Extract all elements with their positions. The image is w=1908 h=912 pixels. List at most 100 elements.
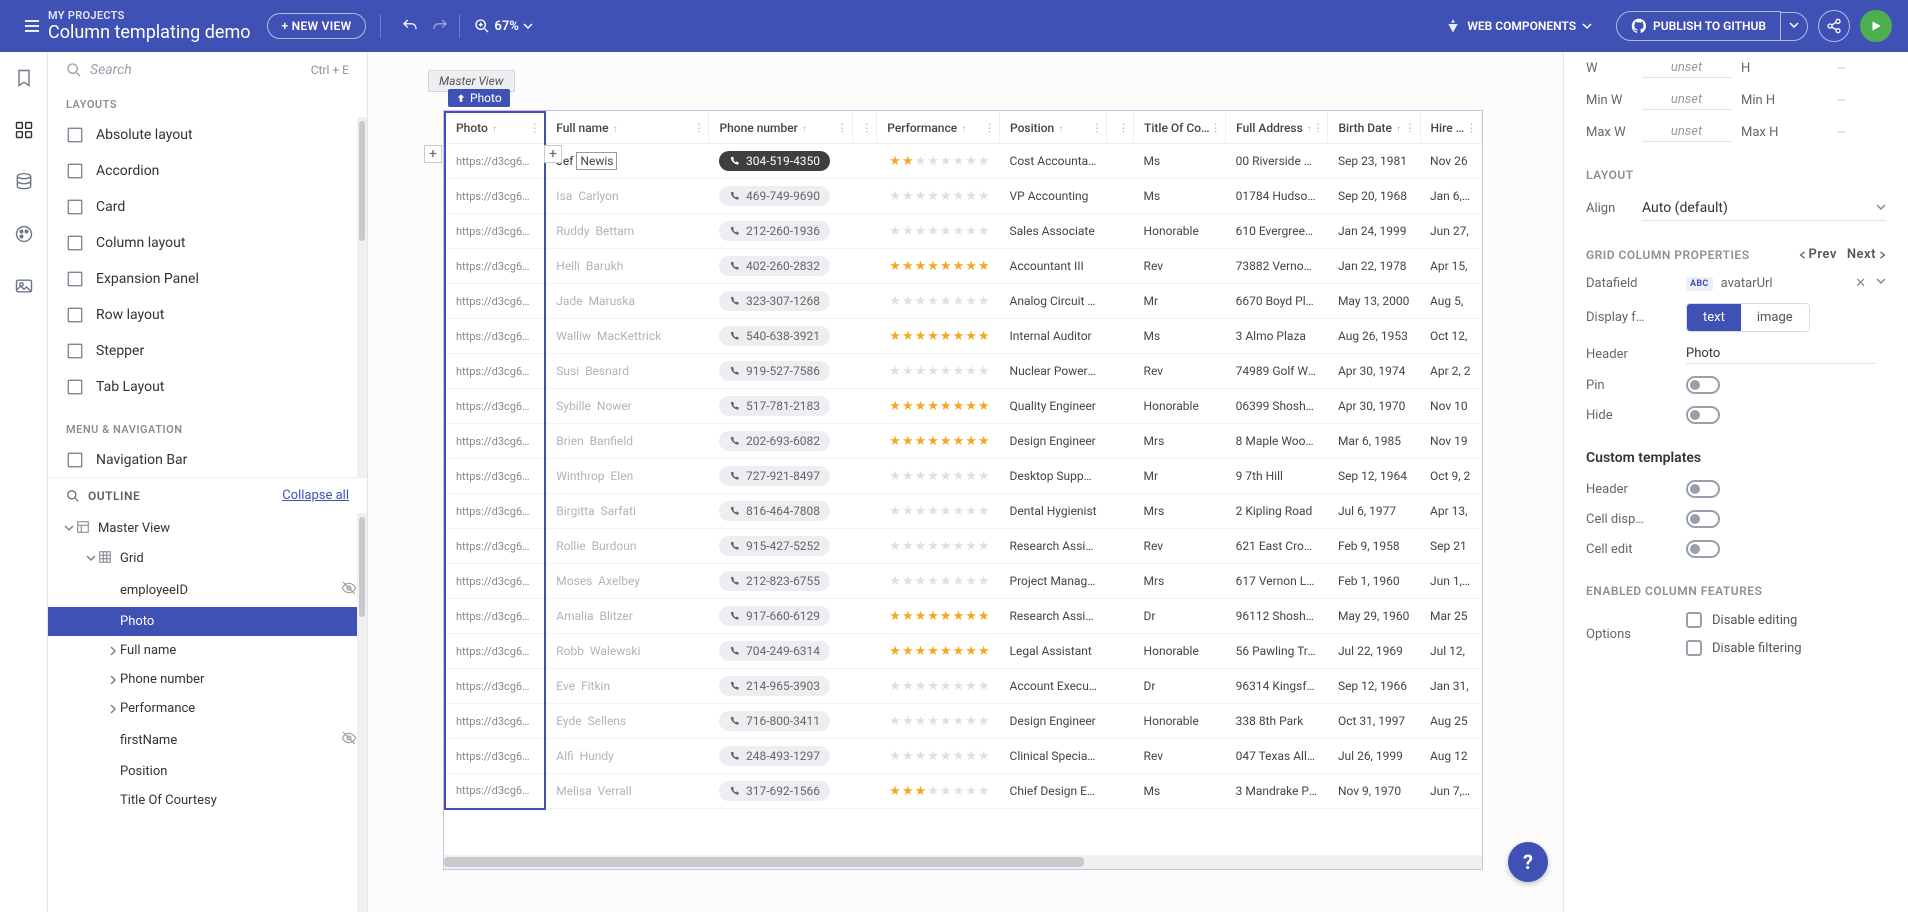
column-header[interactable]: Full name↑⋮ — [545, 112, 709, 144]
photo-cell[interactable]: https://d3cg6cex… — [445, 739, 545, 774]
birth-cell[interactable]: Mar 6, 1985 — [1328, 424, 1420, 459]
photo-cell[interactable]: https://d3cg6cex… — [445, 144, 545, 179]
title-cell[interactable]: Mrs — [1134, 424, 1226, 459]
photo-cell[interactable]: https://d3cg6cex… — [445, 424, 545, 459]
perf-cell[interactable]: ★★★★★★★★ — [877, 494, 1000, 529]
photo-cell[interactable]: https://d3cg6cex… — [445, 284, 545, 319]
birth-cell[interactable]: Jul 26, 1999 — [1328, 739, 1420, 774]
hire-cell[interactable]: Apr 2, 2 — [1420, 354, 1481, 389]
address-cell[interactable]: 3 Mandrake Plaza — [1226, 774, 1328, 809]
address-cell[interactable]: 6670 Boyd Place — [1226, 284, 1328, 319]
toolbox-scrollbar[interactable] — [357, 117, 367, 477]
new-view-button[interactable]: + NEW VIEW — [267, 13, 367, 39]
birth-cell[interactable]: Sep 12, 1966 — [1328, 669, 1420, 704]
hire-cell[interactable]: Nov 19 — [1420, 424, 1481, 459]
photo-cell[interactable]: https://d3cg6cex… — [445, 529, 545, 564]
outline-scrollbar[interactable] — [357, 513, 367, 912]
components-icon[interactable] — [14, 120, 34, 144]
name-cell[interactable]: Eyde Sellens — [545, 704, 709, 739]
help-fab[interactable]: ? — [1508, 842, 1548, 882]
hire-cell[interactable]: Jan 6, 2 — [1420, 179, 1481, 214]
table-row[interactable]: https://d3cg6cex… Birgitta Sarfati 816-4… — [445, 494, 1482, 529]
title-cell[interactable]: Mr — [1134, 459, 1226, 494]
column-header[interactable]: Hire Da↑⋮ — [1420, 112, 1481, 144]
name-cell[interactable]: Susi Besnard — [545, 354, 709, 389]
title-cell[interactable]: Ms — [1134, 319, 1226, 354]
column-menu-icon[interactable]: ⋮ — [1091, 121, 1102, 134]
position-cell[interactable]: Project Manager — [1000, 564, 1107, 599]
title-cell[interactable]: Rev — [1134, 739, 1226, 774]
phone-cell[interactable]: 202-693-6082 — [709, 424, 852, 459]
column-menu-icon[interactable]: ⋮ — [861, 121, 872, 134]
table-row[interactable]: https://d3cg6cex… Jef Newis 304-519-4350… — [445, 144, 1482, 179]
hire-cell[interactable]: Jun 1, 1 — [1420, 564, 1481, 599]
name-cell[interactable]: Alfi Hundy — [545, 739, 709, 774]
tool-item[interactable]: Stepper — [48, 333, 367, 369]
publish-caret[interactable] — [1781, 12, 1808, 41]
address-cell[interactable]: 56 Pawling Trail — [1226, 634, 1328, 669]
phone-cell[interactable]: 469-749-9690 — [709, 179, 852, 214]
name-cell[interactable]: Sybille Nower — [545, 389, 709, 424]
table-row[interactable]: https://d3cg6cex… Winthrop Elen 727-921-… — [445, 459, 1482, 494]
title-cell[interactable]: Honorable — [1134, 634, 1226, 669]
table-row[interactable]: https://d3cg6cex… Melisa Verrall 317-692… — [445, 774, 1482, 809]
perf-cell[interactable]: ★★★★★★★★ — [877, 214, 1000, 249]
next-button[interactable]: Next — [1847, 247, 1886, 262]
position-cell[interactable]: Dental Hygienist — [1000, 494, 1107, 529]
outline-item[interactable]: Full name — [48, 636, 367, 665]
photo-cell[interactable]: https://d3cg6cex… — [445, 354, 545, 389]
align-select[interactable]: Auto (default) — [1642, 196, 1886, 221]
title-cell[interactable]: Honorable — [1134, 704, 1226, 739]
perf-cell[interactable]: ★★★★★★★★ — [877, 424, 1000, 459]
column-header[interactable]: Performance↑⋮ — [877, 112, 1000, 144]
table-row[interactable]: https://d3cg6cex… Sybille Nower 517-781-… — [445, 389, 1482, 424]
column-menu-icon[interactable]: ⋮ — [1466, 121, 1477, 134]
tool-item[interactable]: Navigation Bar — [48, 442, 367, 477]
table-row[interactable]: https://d3cg6cex… Helli Barukh 402-260-2… — [445, 249, 1482, 284]
h-field[interactable]: -- — [1797, 61, 1886, 76]
perf-cell[interactable]: ★★★★★★★★ — [877, 739, 1000, 774]
title-cell[interactable]: Ms — [1134, 774, 1226, 809]
search-input[interactable] — [90, 62, 311, 78]
name-cell[interactable]: Rollie Burdoun — [545, 529, 709, 564]
phone-cell[interactable]: 304-519-4350 — [709, 144, 852, 179]
column-menu-icon[interactable]: ⋮ — [1312, 121, 1323, 134]
photo-cell[interactable]: https://d3cg6cex… — [445, 774, 545, 809]
sort-icon[interactable]: ↑ — [961, 124, 966, 135]
address-cell[interactable]: 06399 Shoshone… — [1226, 389, 1328, 424]
column-menu-icon[interactable]: ⋮ — [837, 121, 848, 134]
position-cell[interactable]: Sales Associate — [1000, 214, 1107, 249]
publish-button[interactable]: PUBLISH TO GITHUB — [1616, 11, 1781, 41]
perf-cell[interactable]: ★★★★★★★★ — [877, 354, 1000, 389]
perf-cell[interactable]: ★★★★★★★★ — [877, 704, 1000, 739]
column-menu-icon[interactable]: ⋮ — [529, 122, 540, 135]
birth-cell[interactable]: Feb 9, 1958 — [1328, 529, 1420, 564]
photo-cell[interactable]: https://d3cg6cex… — [445, 214, 545, 249]
display-format-toggle[interactable]: text image — [1686, 303, 1810, 332]
birth-cell[interactable]: Sep 12, 1964 — [1328, 459, 1420, 494]
display-image-option[interactable]: image — [1741, 304, 1809, 331]
column-header[interactable]: Photo↑⋮ — [445, 112, 545, 144]
table-row[interactable]: https://d3cg6cex… Moses Axelbey 212-823-… — [445, 564, 1482, 599]
position-cell[interactable]: Internal Auditor — [1000, 319, 1107, 354]
sort-icon[interactable]: ↑ — [802, 124, 807, 135]
tool-item[interactable]: Expansion Panel — [48, 261, 367, 297]
outline-grid[interactable]: Grid — [48, 543, 367, 573]
phone-cell[interactable]: 517-781-2183 — [709, 389, 852, 424]
address-cell[interactable]: 610 Evergreen T… — [1226, 214, 1328, 249]
column-menu-icon[interactable]: ⋮ — [1405, 121, 1416, 134]
phone-cell[interactable]: 704-249-6314 — [709, 634, 852, 669]
datafield-value[interactable]: avatarUrl — [1721, 276, 1773, 291]
photo-cell[interactable]: https://d3cg6cex… — [445, 459, 545, 494]
perf-cell[interactable]: ★★★★★★★★ — [877, 529, 1000, 564]
add-right-icon[interactable]: + — [544, 145, 562, 163]
search-box[interactable]: Ctrl + E — [48, 52, 367, 88]
name-cell[interactable]: Jade Maruska — [545, 284, 709, 319]
sort-icon[interactable]: ↑ — [1396, 124, 1401, 135]
add-left-icon[interactable]: + — [424, 145, 442, 163]
hire-cell[interactable]: Aug 25 — [1420, 704, 1481, 739]
birth-cell[interactable]: Feb 1, 1960 — [1328, 564, 1420, 599]
title-cell[interactable]: Dr — [1134, 599, 1226, 634]
hidden-icon[interactable] — [341, 580, 357, 600]
position-cell[interactable]: Cost Accountant — [1000, 144, 1107, 179]
